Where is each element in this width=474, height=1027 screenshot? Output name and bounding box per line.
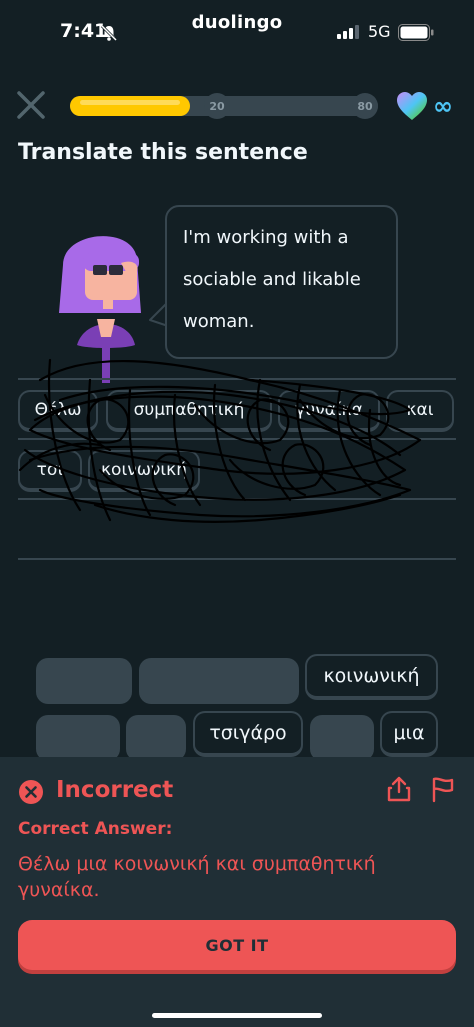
answer-area[interactable]: Θέλω συμπαθητική γυναίκα και τσι κοινωνι… (18, 378, 456, 563)
feedback-title: Incorrect (56, 777, 174, 803)
error-x-icon (19, 780, 43, 804)
prompt-sentence: I'm working with a sociable and likable … (183, 227, 361, 332)
character-avatar (59, 236, 141, 383)
word-bank-tile[interactable]: κοινωνική (305, 654, 438, 700)
speech-bubble[interactable]: I'm working with a sociable and likable … (165, 205, 398, 359)
got-it-button[interactable]: GOT IT (18, 920, 456, 970)
answer-line (18, 438, 456, 440)
answer-tile[interactable]: συμπαθητική (106, 390, 272, 432)
progress-bar: 20 80 (70, 93, 378, 119)
page-title: Translate this sentence (18, 140, 308, 165)
answer-line (18, 378, 456, 380)
signal-icon (337, 25, 359, 39)
status-bar: 7:41 duolingo 5G (0, 0, 474, 62)
answer-line (18, 498, 456, 500)
answer-tile[interactable]: γυναίκα (278, 390, 380, 432)
infinity-icon: ∞ (433, 92, 453, 120)
flag-icon[interactable] (430, 775, 456, 803)
answer-tile[interactable]: κοινωνική (88, 450, 200, 492)
battery-icon (398, 24, 434, 41)
milestone-marker: 20 (204, 93, 230, 119)
answer-line (18, 558, 456, 560)
word-bank-tile[interactable]: μια (380, 711, 438, 757)
network-label: 5G (368, 22, 391, 41)
correct-answer-text: Θέλω μια κοινωνική και συμπαθητική γυναί… (18, 853, 376, 901)
answer-tile[interactable]: τσι (18, 450, 82, 492)
close-icon[interactable] (14, 88, 48, 122)
answer-tile[interactable]: και (386, 390, 454, 432)
word-bank-slot-used (36, 658, 132, 704)
answer-tile[interactable]: Θέλω (18, 390, 98, 432)
word-bank-slot-used (36, 715, 120, 761)
feedback-panel: Incorrect Correct Answer: Θέλω μια κοινω… (0, 757, 474, 1027)
share-icon[interactable] (386, 775, 412, 803)
home-indicator[interactable] (152, 1013, 322, 1018)
progress-fill (70, 96, 191, 116)
word-bank-tile[interactable]: τσιγάρο (193, 711, 303, 757)
milestone-marker: 80 (352, 93, 378, 119)
word-bank-slot-used (126, 715, 186, 761)
correct-answer-label: Correct Answer: (18, 819, 173, 839)
word-bank-slot-used (139, 658, 299, 704)
heart-icon (397, 92, 427, 120)
word-bank-slot-used (310, 715, 374, 761)
